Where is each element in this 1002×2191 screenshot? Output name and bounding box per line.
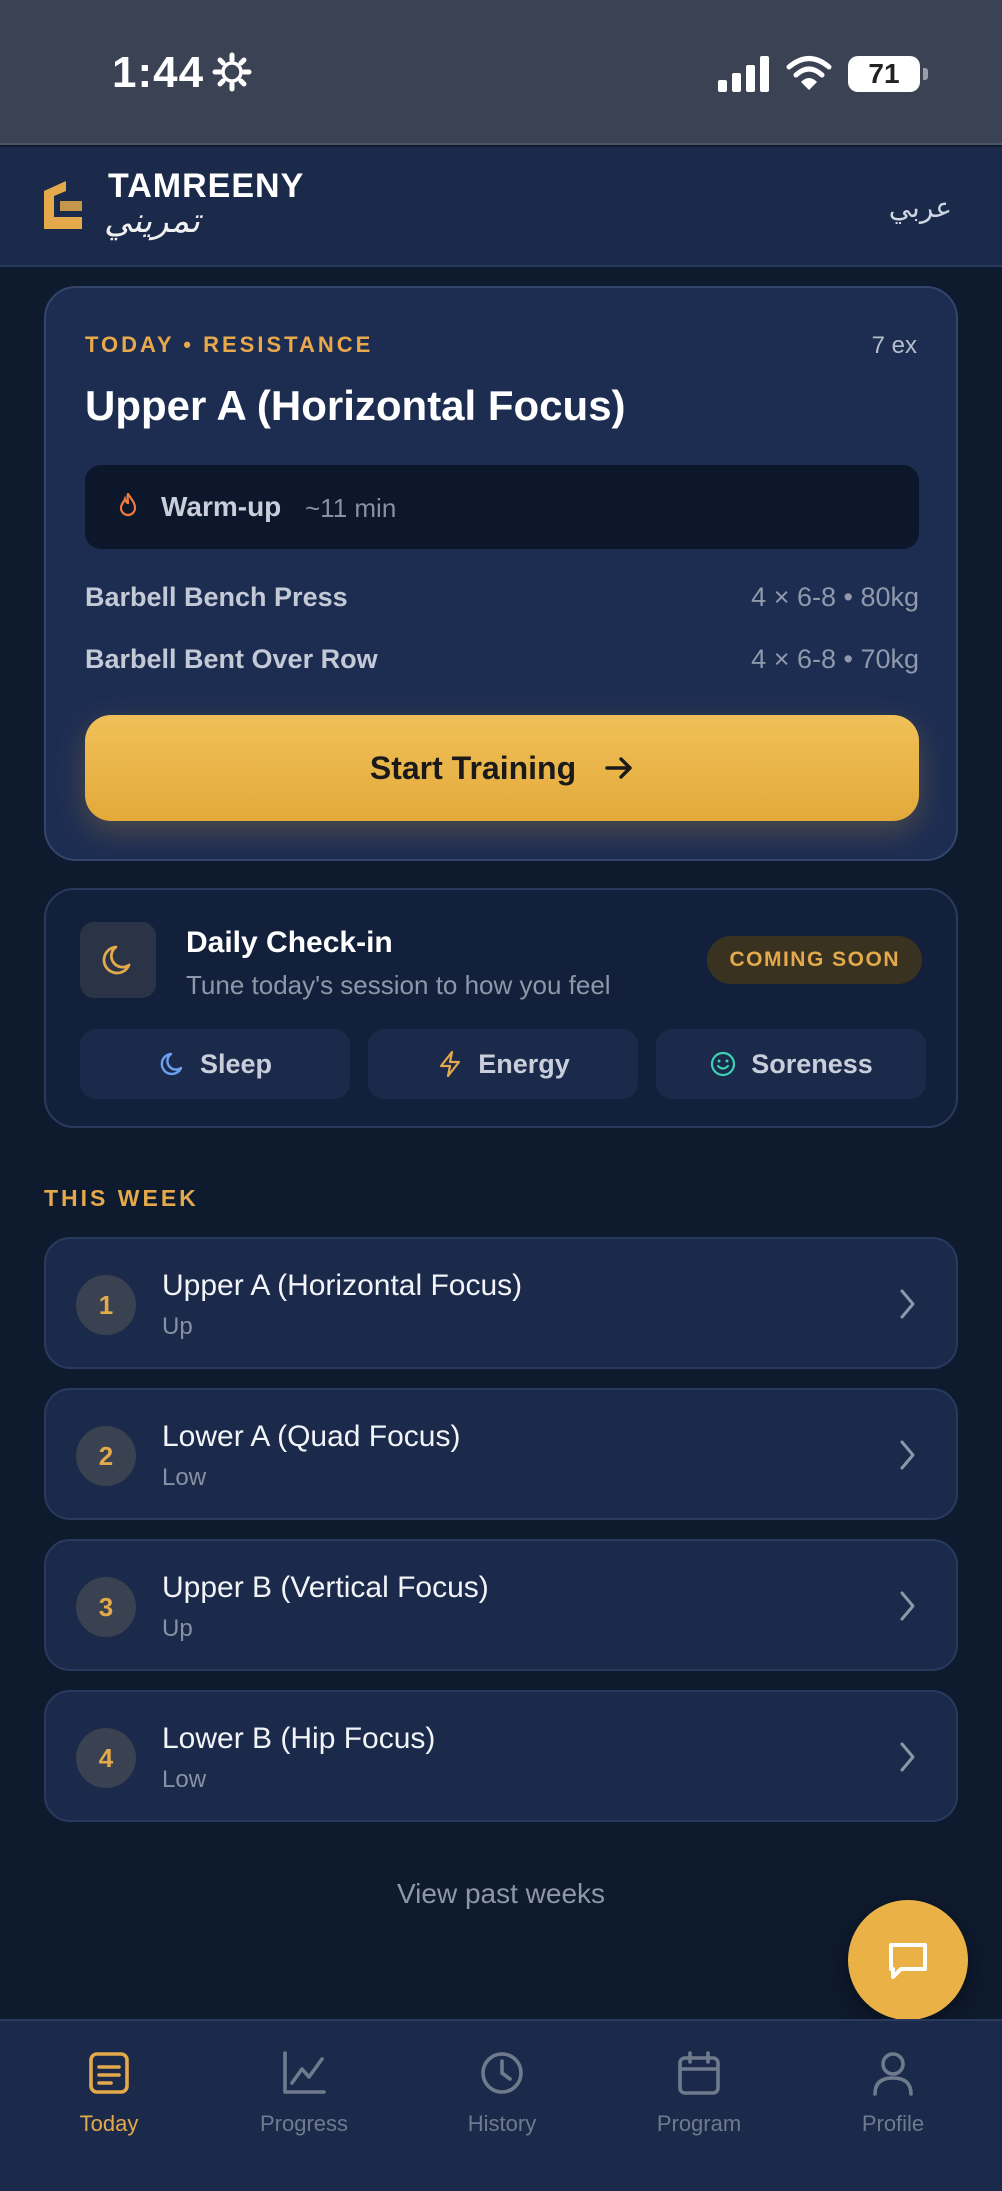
sleep-button[interactable]: Sleep (80, 1029, 350, 1099)
day-number: 1 (76, 1275, 136, 1335)
tab-label: Profile (861, 2111, 925, 2136)
start-training-label: Start Training (369, 749, 577, 786)
app-header: TAMREENY تمريني عربي (0, 147, 1002, 267)
chevron-right-icon (900, 1289, 915, 1319)
status-time: 1:44 (112, 48, 205, 97)
language-toggle[interactable]: عربي (889, 191, 952, 224)
view-past-weeks-link[interactable]: View past weeks (0, 1878, 1002, 1910)
day-number: 4 (76, 1728, 136, 1788)
arrow-right-icon (605, 757, 632, 779)
energy-button[interactable]: Energy (368, 1029, 638, 1099)
week-day-item[interactable]: 3 Upper B (Vertical Focus) Up (44, 1539, 958, 1671)
sleep-label: Sleep (199, 1048, 273, 1079)
day-number: 2 (76, 1426, 136, 1486)
today-workout-card: TODAY • RESISTANCE 7 ex Upper A (Horizon… (44, 286, 958, 861)
soreness-label: Soreness (751, 1048, 873, 1079)
person-icon (873, 2052, 913, 2096)
tab-history[interactable]: History (422, 2049, 582, 2159)
warmup-row[interactable]: Warm-up ~11 min (85, 465, 919, 549)
day-subtitle: Low (162, 1766, 207, 1793)
day-subtitle: Up (162, 1313, 193, 1340)
daily-checkin-card: Daily Check-in Tune today's session to h… (44, 888, 958, 1128)
tab-profile[interactable]: Profile (813, 2049, 973, 2159)
checkin-subtitle: Tune today's session to how you feel (186, 970, 611, 1000)
exercise-row: Barbell Bench Press 4 × 6-8 • 80kg (85, 582, 919, 622)
workout-tag: TODAY • RESISTANCE (85, 332, 374, 357)
day-name: Lower A (Quad Focus) (162, 1420, 461, 1453)
exercise-detail: 4 × 6-8 • 80kg (751, 582, 919, 612)
logo-icon (44, 181, 82, 229)
warmup-label: Warm-up (161, 491, 282, 522)
brand-name-arabic: تمريني (104, 201, 200, 241)
day-name: Upper A (Horizontal Focus) (162, 1269, 523, 1302)
chevron-right-icon (900, 1591, 915, 1621)
tab-program[interactable]: Program (619, 2049, 779, 2159)
battery-indicator: 71 (848, 56, 928, 92)
chevron-right-icon (900, 1742, 915, 1772)
exercise-row: Barbell Bent Over Row 4 × 6-8 • 70kg (85, 644, 919, 684)
smile-icon (711, 1051, 736, 1077)
bolt-icon (440, 1050, 461, 1078)
status-bar: 1:44 71 (0, 0, 1002, 145)
tab-label: Program (656, 2111, 742, 2136)
energy-label: Energy (478, 1048, 570, 1079)
tab-today[interactable]: Today (29, 2049, 189, 2159)
moon-icon (160, 1052, 183, 1076)
exercise-detail: 4 × 6-8 • 70kg (751, 644, 919, 674)
checkin-title: Daily Check-in (186, 926, 393, 959)
exercise-name: Barbell Bent Over Row (85, 644, 378, 674)
chart-icon (283, 2051, 326, 2094)
tab-label: Progress (259, 2111, 349, 2136)
day-name: Lower B (Hip Focus) (162, 1722, 436, 1755)
chevron-right-icon (900, 1440, 915, 1470)
exercise-count: 7 ex (871, 332, 917, 359)
workout-title: Upper A (Horizontal Focus) (85, 382, 626, 429)
soreness-button[interactable]: Soreness (656, 1029, 926, 1099)
chat-bubble-icon (889, 1943, 927, 1979)
day-name: Upper B (Vertical Focus) (162, 1571, 489, 1604)
flame-icon (119, 493, 137, 517)
clock-icon (481, 2052, 523, 2094)
tab-label: Today (79, 2111, 139, 2136)
day-number: 3 (76, 1577, 136, 1637)
start-training-button[interactable]: Start Training (85, 715, 919, 821)
today-icon (89, 2052, 129, 2094)
chat-button[interactable] (848, 1900, 968, 2020)
this-week-heading: THIS WEEK (44, 1185, 199, 1211)
exercise-name: Barbell Bench Press (85, 582, 348, 612)
wifi-icon (786, 56, 832, 90)
tab-progress[interactable]: Progress (224, 2049, 384, 2159)
day-subtitle: Low (162, 1464, 207, 1491)
gear-icon (212, 52, 252, 92)
day-subtitle: Up (162, 1615, 193, 1642)
week-day-item[interactable]: 4 Lower B (Hip Focus) Low (44, 1690, 958, 1822)
bottom-tab-bar: Today Progress History Program Profile (0, 2019, 1002, 2191)
warmup-duration: ~11 min (305, 493, 397, 523)
battery-level: 71 (868, 58, 900, 89)
cellular-signal-icon (718, 56, 769, 92)
tab-label: History (467, 2111, 537, 2136)
calendar-icon (678, 2051, 720, 2095)
checkin-icon-box (80, 922, 156, 998)
week-day-item[interactable]: 2 Lower A (Quad Focus) Low (44, 1388, 958, 1520)
coming-soon-badge: COMING SOON (707, 936, 922, 984)
week-day-item[interactable]: 1 Upper A (Horizontal Focus) Up (44, 1237, 958, 1369)
moon-icon (102, 945, 131, 975)
